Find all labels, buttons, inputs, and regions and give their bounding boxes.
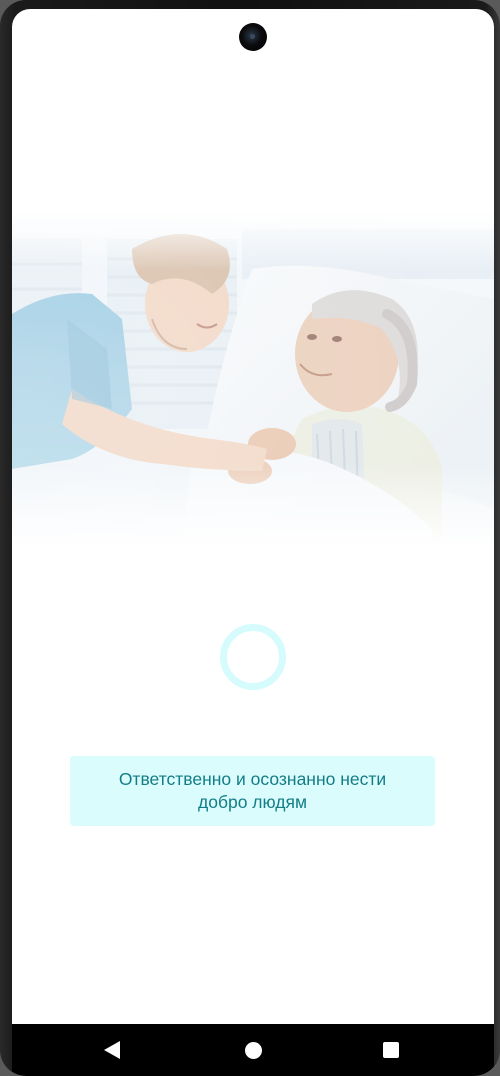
hero-image — [12, 209, 494, 549]
loading-spinner-icon — [220, 624, 286, 690]
recents-square-icon[interactable] — [379, 1038, 403, 1062]
slogan-text: Ответственно и осознанно нести добро люд… — [118, 769, 387, 812]
phone-frame: Ответственно и осознанно нести добро люд… — [0, 0, 500, 1076]
back-triangle-icon[interactable] — [100, 1038, 124, 1062]
home-circle-icon[interactable] — [241, 1038, 265, 1062]
nurse-caring-for-elderly-patient-image — [12, 209, 494, 549]
system-navigation-bar — [12, 1024, 494, 1076]
app-screen: Ответственно и осознанно нести добро люд… — [12, 9, 494, 1076]
front-camera-icon — [239, 23, 267, 51]
slogan-banner: Ответственно и осознанно нести добро люд… — [70, 756, 435, 826]
